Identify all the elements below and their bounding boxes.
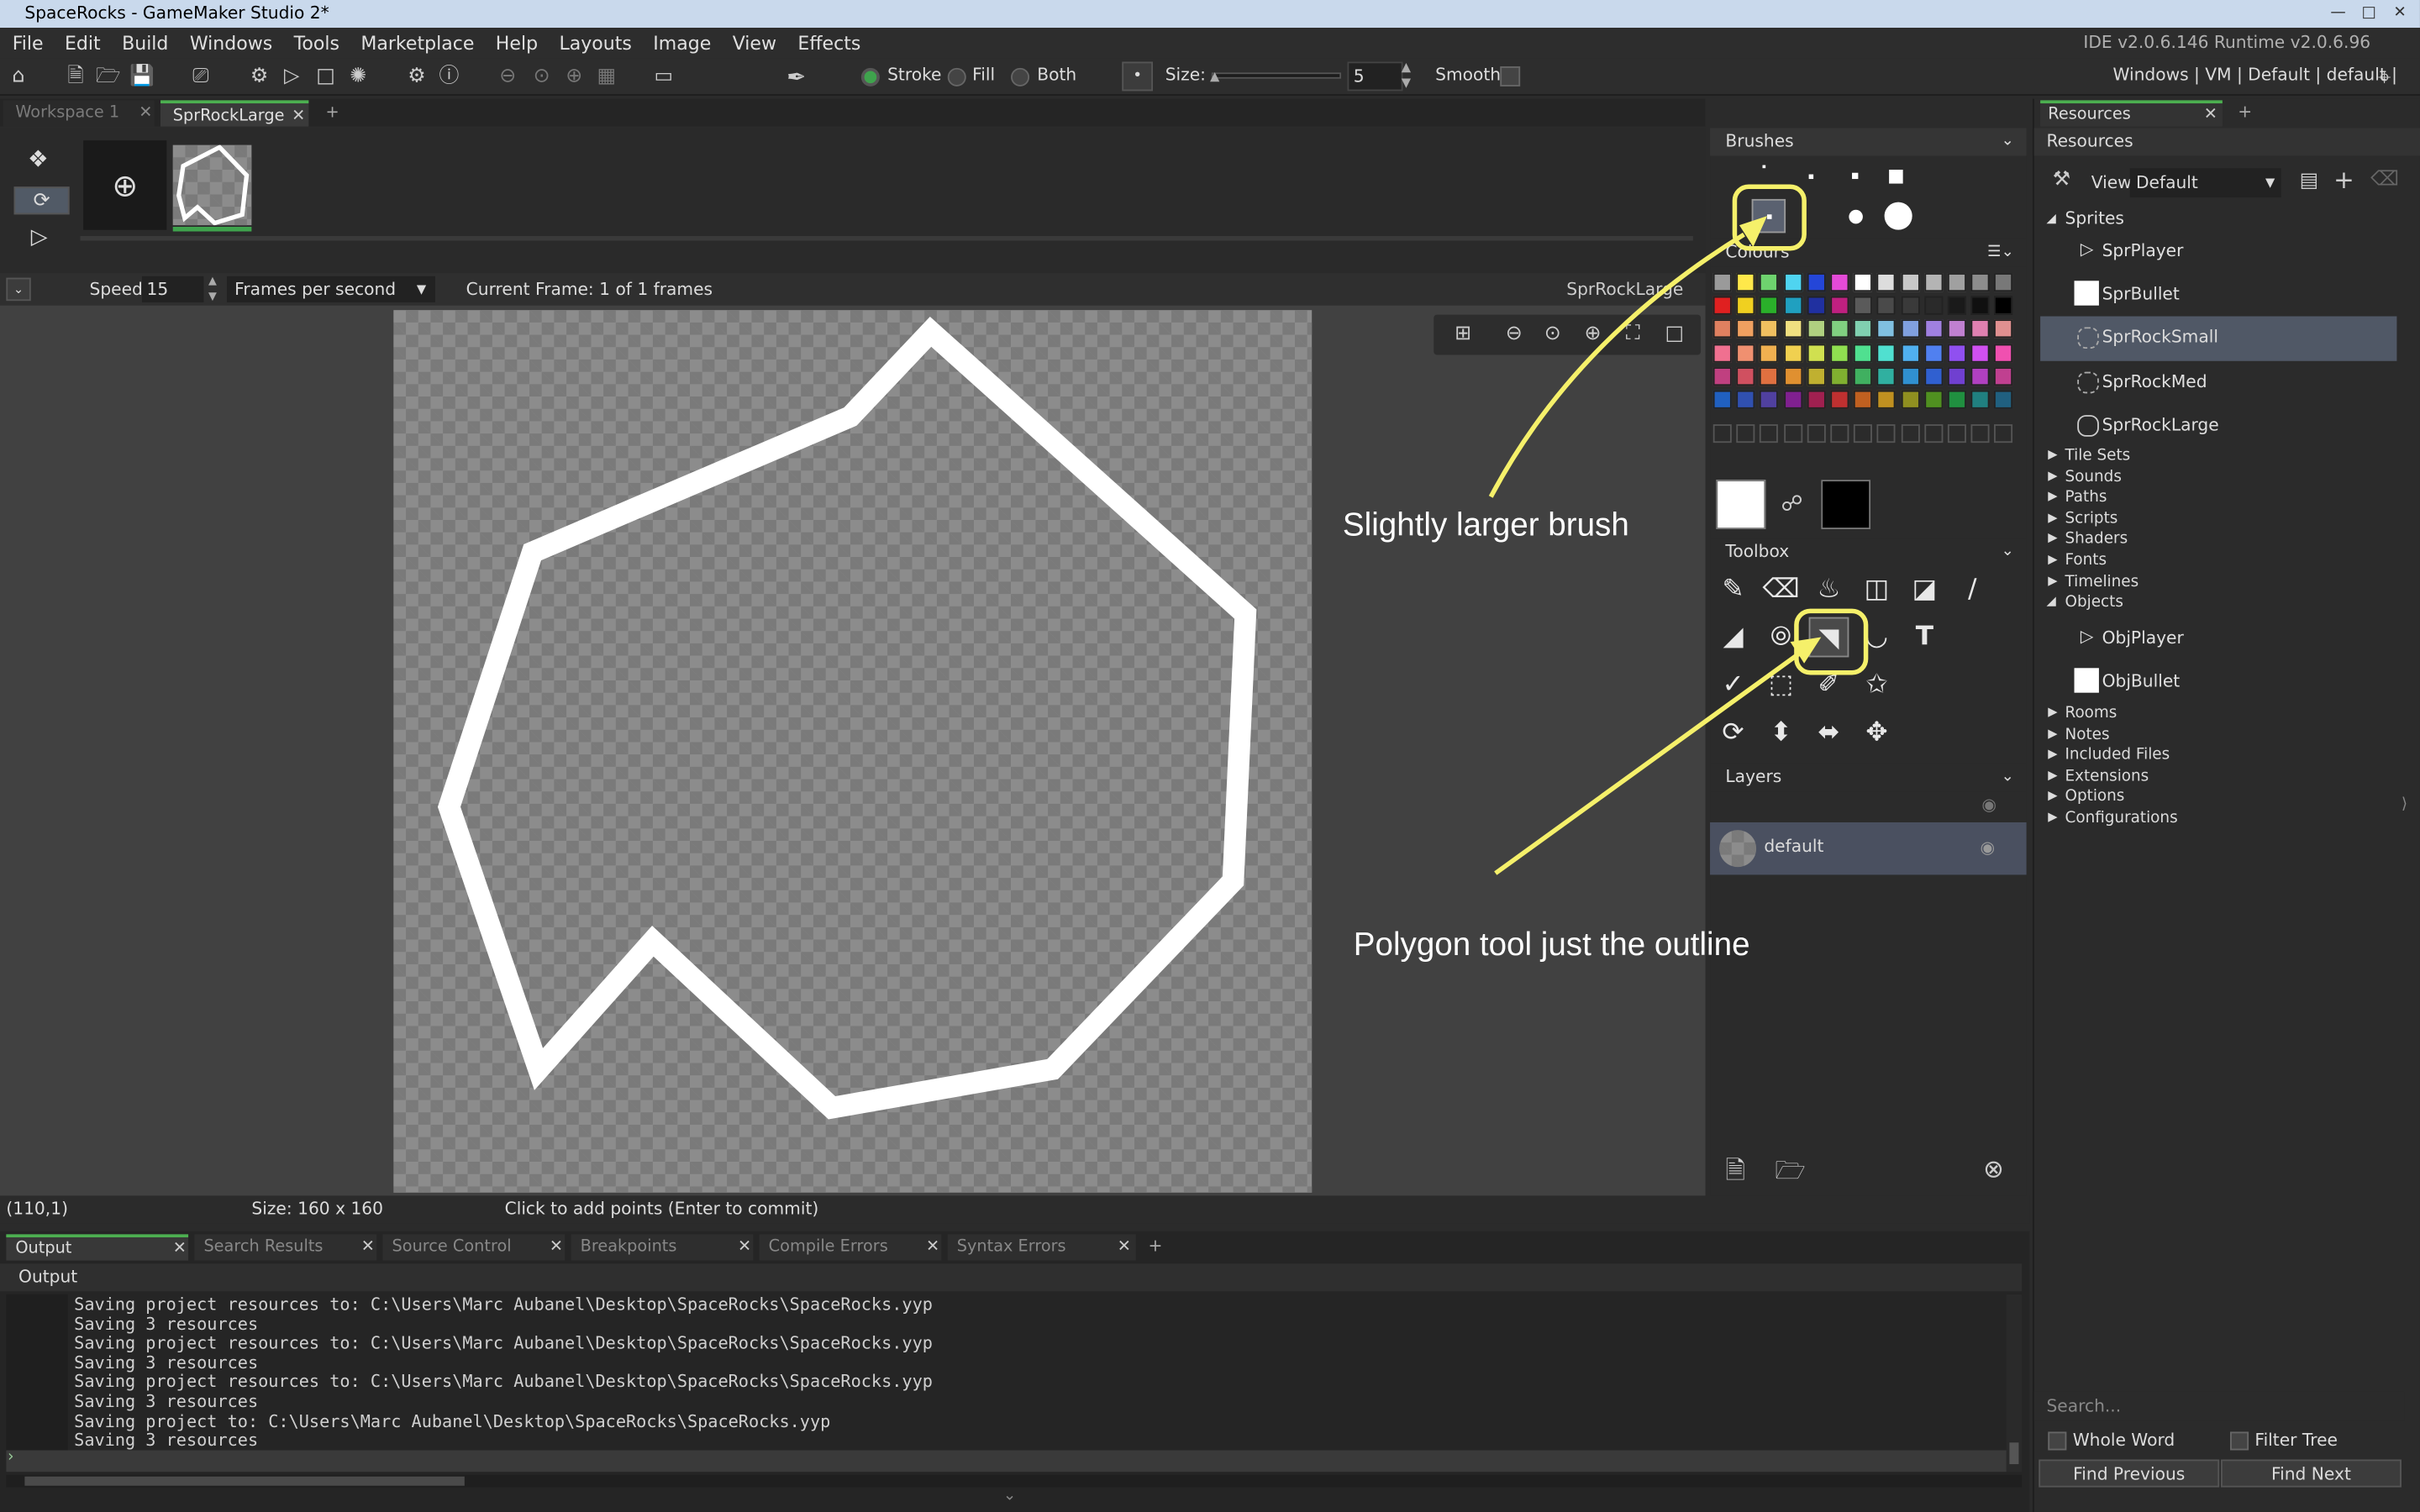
brush-arrowhead — [1739, 216, 1768, 247]
annotation-polygon: Polygon tool just the outline — [1353, 927, 1750, 963]
brush-arrow — [1488, 232, 1745, 498]
polygon-arrow — [1494, 648, 1804, 875]
annotation-brush: Slightly larger brush — [1342, 507, 1629, 543]
annotation-layer — [1488, 184, 1869, 875]
brush-highlight — [1732, 184, 1807, 251]
